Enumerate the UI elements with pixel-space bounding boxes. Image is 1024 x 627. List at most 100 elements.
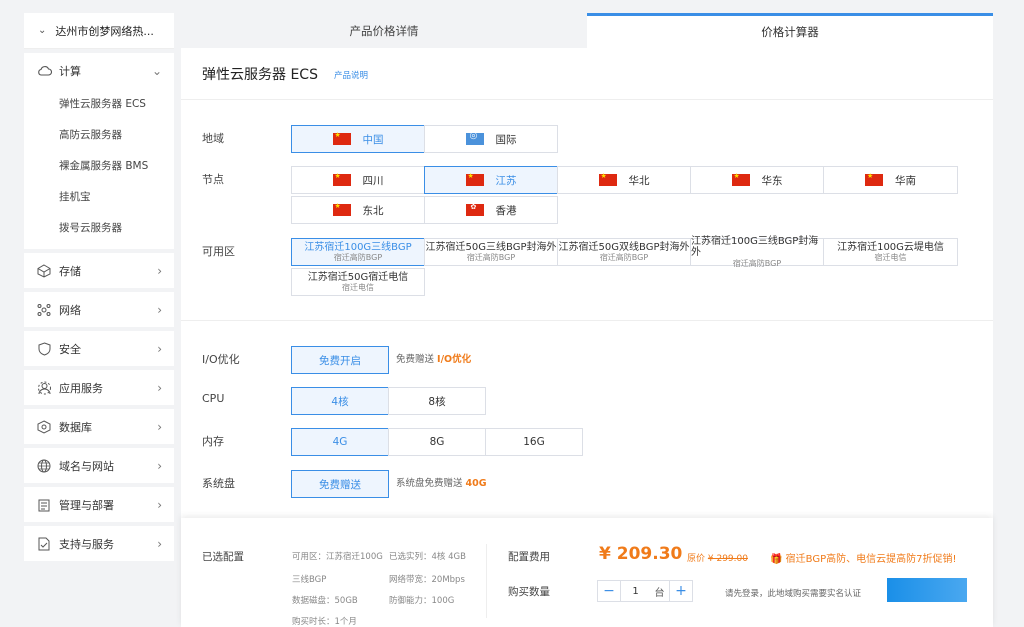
sidebar-subitem-bms[interactable]: 裸金属服务器 BMS (24, 150, 174, 181)
region-option-international[interactable]: 国际 (424, 125, 558, 153)
zone-sub: 宿迁高防BGP (333, 253, 383, 263)
sidebar-subitem-vps[interactable]: 挂机宝 (24, 181, 174, 212)
cloud-icon (35, 62, 53, 80)
zone-sub: 宿迁电信 (342, 283, 374, 293)
node-option-east[interactable]: 华东 (690, 166, 824, 194)
sidebar-item-compute[interactable]: 计算 ⌄ (24, 53, 174, 88)
product-info-link[interactable]: 产品说明 (334, 69, 368, 81)
zone-name: 江苏宿迁50G宿迁电信 (307, 271, 409, 283)
option-label: 四川 (362, 174, 384, 187)
node-option-sichuan[interactable]: 四川 (291, 166, 425, 194)
node-option-north[interactable]: 华北 (557, 166, 691, 194)
zone-name: 江苏宿迁100G云堤电信 (837, 241, 944, 253)
memory-option-4g[interactable]: 4G (291, 428, 389, 456)
spec-defense: 防御能力：100G (389, 596, 455, 606)
chevron-right-icon: › (157, 380, 162, 395)
zone-name: 江苏宿迁100G三线BGP (304, 241, 412, 253)
china-flag-icon (332, 202, 351, 216)
tab-price-calculator[interactable]: 价格计算器 (587, 13, 993, 48)
io-note-prefix: 免费赠送 (396, 354, 438, 365)
gift-icon: 🎁 (770, 554, 783, 565)
app-service-icon (35, 379, 53, 397)
section-divider (181, 320, 993, 321)
node-option-northeast[interactable]: 东北 (291, 196, 425, 224)
cpu-option-4[interactable]: 4核 (291, 387, 389, 415)
memory-option-16g[interactable]: 16G (485, 428, 583, 456)
spec-data-disk: 数据磁盘：50GB (292, 596, 358, 606)
sidebar-subitem-dialup[interactable]: 拨号云服务器 (24, 212, 174, 243)
disk-label: 系统盘 (202, 477, 235, 490)
spec-duration: 购买时长：1个月 (292, 617, 357, 627)
decrement-button[interactable]: − (598, 581, 620, 601)
sidebar-item-network[interactable]: 网络 › (24, 292, 174, 327)
cpu-option-8[interactable]: 8核 (388, 387, 486, 415)
spec-instance: 已选实列：4核 4GB (389, 552, 466, 562)
chevron-down-icon: ⌄ (151, 63, 162, 78)
promo-text: 🎁 宿迁BGP高防、电信云提高防7折促销! (770, 550, 956, 565)
node-option-hongkong[interactable]: 香港 (424, 196, 558, 224)
chevron-right-icon: › (157, 536, 162, 551)
quantity-stepper: − 1 台 + (597, 580, 693, 602)
orig-prefix: 原价 (687, 554, 706, 564)
sidebar-subitem-ecs[interactable]: 弹性云服务器 ECS (24, 88, 174, 119)
china-flag-icon (332, 131, 351, 145)
node-option-south[interactable]: 华南 (823, 166, 958, 194)
zone-option[interactable]: 江苏宿迁100G三线BGP 宿迁高防BGP (291, 238, 425, 266)
sidebar-item-label: 数据库 (59, 420, 92, 434)
zone-option[interactable]: 江苏宿迁100G三线BGP封海外 宿迁高防BGP (690, 235, 824, 268)
sidebar: ⌄ 达州市创梦网络热... 计算 ⌄ 弹性云服务器 ECS 高防云服务器 裸金属… (24, 13, 174, 623)
region-option-china[interactable]: 中国 (291, 125, 425, 153)
memory-option-8g[interactable]: 8G (388, 428, 486, 456)
chevron-right-icon: › (157, 419, 162, 434)
product-title-row: 弹性云服务器 ECS 产品说明 (181, 48, 993, 100)
spec-zone-cont: 三线BGP (292, 575, 327, 585)
sidebar-item-database[interactable]: 数据库 › (24, 409, 174, 444)
sidebar-item-label: 存储 (59, 264, 81, 278)
sidebar-item-label: 计算 (59, 64, 81, 78)
sidebar-item-storage[interactable]: 存储 › (24, 253, 174, 288)
tab-price-details[interactable]: 产品价格详情 (181, 13, 587, 48)
un-flag-icon (465, 131, 484, 145)
zone-name: 江苏宿迁100G三线BGP封海外 (691, 235, 819, 259)
price-value: ¥ 209.30 (599, 544, 683, 564)
sidebar-item-app-service[interactable]: 应用服务 › (24, 370, 174, 405)
sidebar-subitem-ddos-server[interactable]: 高防云服务器 (24, 119, 174, 150)
globe-icon (35, 457, 53, 475)
cpu-label: CPU (202, 392, 225, 405)
chevron-right-icon: › (157, 341, 162, 356)
sidebar-item-support[interactable]: 支持与服务 › (24, 526, 174, 561)
spec-bandwidth: 网络带宽：20Mbps (389, 575, 465, 585)
memory-label: 内存 (202, 435, 224, 448)
chevron-right-icon: › (157, 458, 162, 473)
buy-button[interactable] (887, 578, 967, 602)
sidebar-header[interactable]: ⌄ 达州市创梦网络热... (24, 13, 174, 49)
quantity-input[interactable]: 1 (620, 581, 650, 601)
zone-option[interactable]: 江苏宿迁50G宿迁电信 宿迁电信 (291, 268, 425, 296)
sidebar-item-management[interactable]: 管理与部署 › (24, 487, 174, 522)
storage-icon (35, 262, 53, 280)
sidebar-item-domain[interactable]: 域名与网站 › (24, 448, 174, 483)
chevron-right-icon: › (157, 263, 162, 278)
summary-bar: 已选配置 可用区：江苏宿迁100G 已选实列：4核 4GB 三线BGP 网络带宽… (181, 518, 993, 627)
node-option-jiangsu[interactable]: 江苏 (424, 166, 558, 194)
option-label: 华南 (895, 174, 916, 187)
zone-option[interactable]: 江苏宿迁50G三线BGP封海外 宿迁高防BGP (424, 238, 558, 266)
zone-sub: 宿迁高防BGP (599, 253, 649, 263)
increment-button[interactable]: + (670, 581, 692, 601)
io-option-enable[interactable]: 免费开启 (291, 346, 389, 374)
option-label: 中国 (362, 133, 384, 146)
disk-option-free[interactable]: 免费赠送 (291, 470, 389, 498)
sidebar-item-security[interactable]: 安全 › (24, 331, 174, 366)
china-flag-icon (598, 172, 617, 186)
disk-note-bold: 40G (465, 478, 487, 489)
selected-config-label: 已选配置 (202, 551, 244, 563)
region-label: 地域 (202, 132, 224, 145)
zone-option[interactable]: 江苏宿迁100G云堤电信 宿迁电信 (823, 238, 958, 266)
zone-option[interactable]: 江苏宿迁50G双线BGP封海外 宿迁高防BGP (557, 238, 691, 266)
promo-label: 宿迁BGP高防、电信云提高防7折促销! (785, 554, 957, 565)
sidebar-item-label: 域名与网站 (59, 459, 114, 473)
sidebar-item-label: 支持与服务 (59, 537, 114, 551)
china-flag-icon (731, 172, 750, 186)
chevron-right-icon: › (157, 497, 162, 512)
option-label: 香港 (495, 204, 517, 217)
